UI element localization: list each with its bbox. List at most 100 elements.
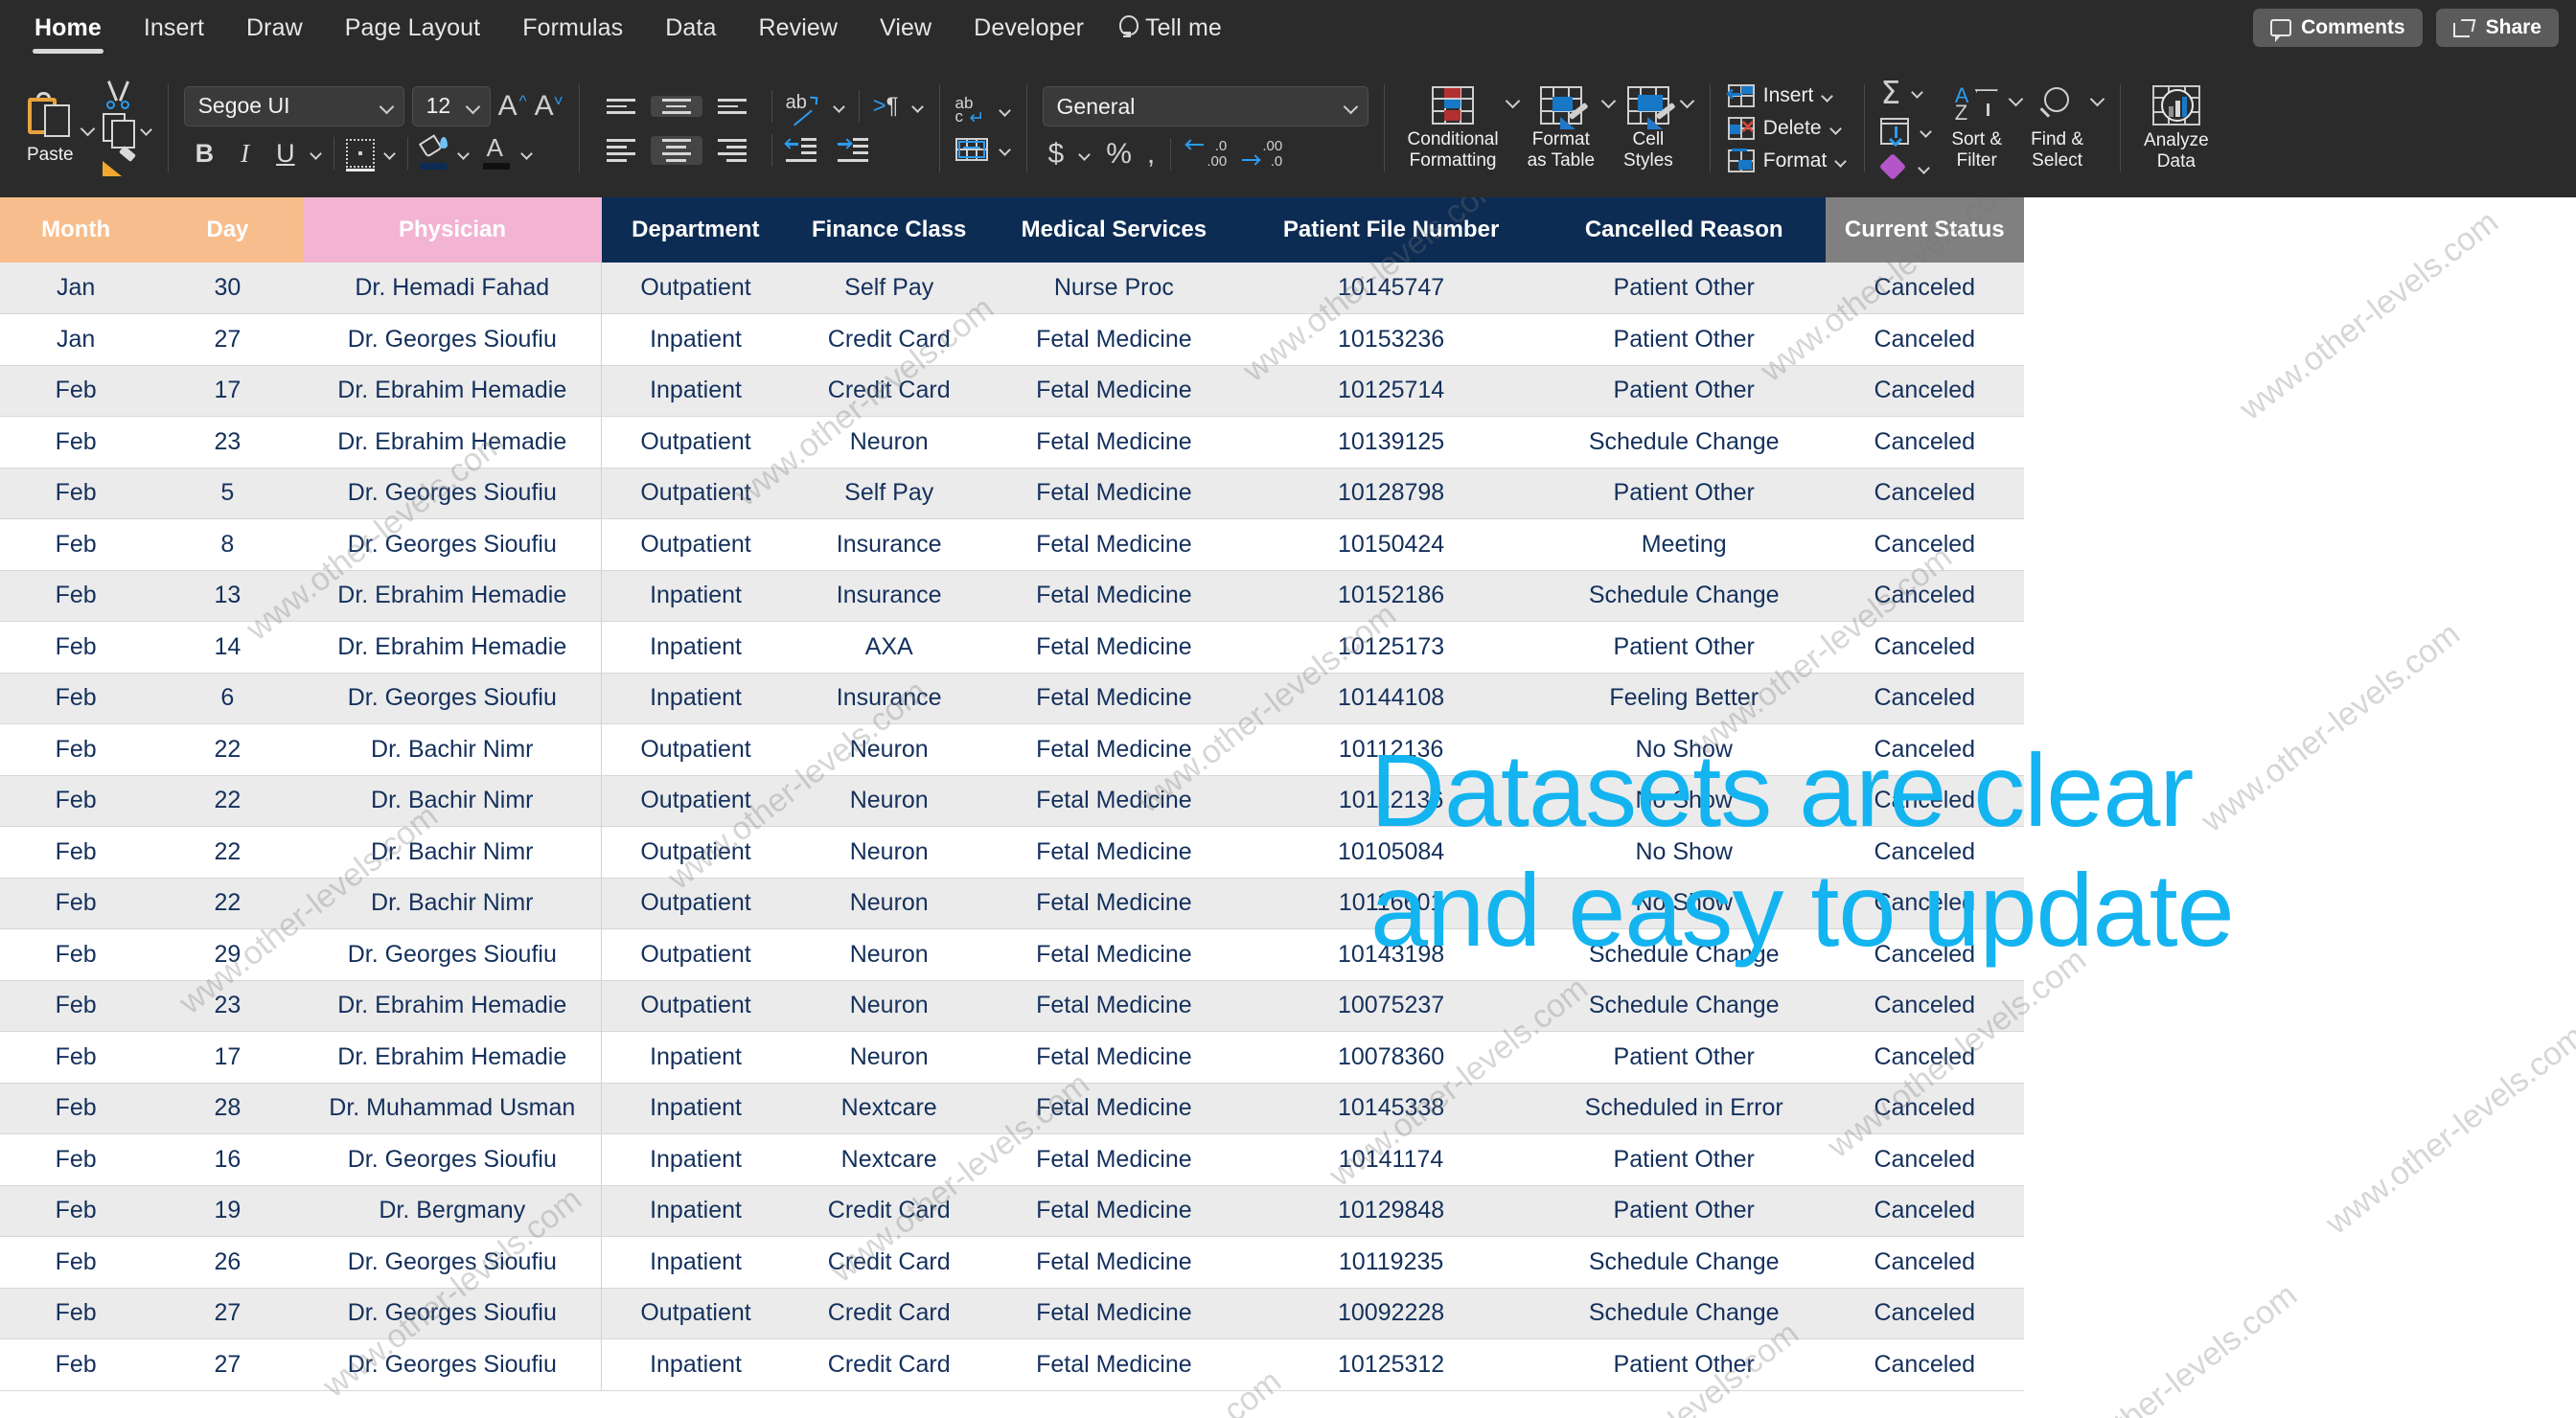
cell[interactable]: Dr. Bachir Nimr [304, 775, 602, 827]
column-header-month[interactable]: Month [0, 197, 151, 263]
clear-dropdown-icon[interactable] [1919, 162, 1930, 173]
cell-styles-button[interactable]: Cell Styles [1616, 82, 1681, 174]
cell[interactable]: Schedule Change [1543, 1288, 1826, 1339]
cell[interactable]: Patient Other [1543, 622, 1826, 674]
wrap-text-icon[interactable]: abc↵ [955, 96, 988, 125]
cell[interactable]: Fetal Medicine [988, 1083, 1239, 1134]
format-as-table-button[interactable]: Format as Table [1520, 82, 1602, 174]
cell[interactable]: 23 [151, 417, 303, 469]
cell[interactable]: Dr. Georges Sioufiu [304, 314, 602, 366]
cell[interactable]: Patient Other [1543, 263, 1826, 314]
cell[interactable]: Dr. Georges Sioufiu [304, 673, 602, 724]
cell[interactable]: Canceled [1826, 468, 2024, 519]
cell[interactable]: Inpatient [602, 365, 790, 417]
cell[interactable]: Canceled [1826, 1237, 2024, 1289]
cell[interactable]: Feb [0, 417, 151, 469]
cell[interactable]: Patient Other [1543, 468, 1826, 519]
orientation-dropdown-icon[interactable] [834, 101, 845, 112]
cell[interactable]: 30 [151, 263, 303, 314]
clear-icon[interactable] [1880, 154, 1907, 181]
cell[interactable]: 22 [151, 878, 303, 929]
font-color-icon[interactable]: A [483, 137, 512, 170]
cell[interactable]: 5 [151, 468, 303, 519]
cell[interactable]: Fetal Medicine [988, 417, 1239, 469]
cell[interactable]: Outpatient [602, 878, 790, 929]
cell[interactable]: Feb [0, 1083, 151, 1134]
cell[interactable]: 14 [151, 622, 303, 674]
cell[interactable]: Feb [0, 878, 151, 929]
tab-developer[interactable]: Developer [953, 9, 1105, 48]
cell[interactable]: Feb [0, 468, 151, 519]
cell[interactable]: Canceled [1826, 570, 2024, 622]
cell[interactable]: Fetal Medicine [988, 314, 1239, 366]
column-header-physician[interactable]: Physician [304, 197, 602, 263]
tab-insert[interactable]: Insert [123, 9, 225, 48]
cell[interactable]: Canceled [1826, 1134, 2024, 1186]
column-header-current-status[interactable]: Current Status [1826, 197, 2024, 263]
cell[interactable]: Inpatient [602, 1185, 790, 1237]
cell[interactable]: Fetal Medicine [988, 519, 1239, 571]
cell[interactable]: Feb [0, 1032, 151, 1084]
table-row[interactable]: Feb13Dr. Ebrahim HemadieInpatientInsuran… [0, 570, 2024, 622]
cell[interactable]: Inpatient [602, 1083, 790, 1134]
cell[interactable]: Nurse Proc [988, 263, 1239, 314]
cell[interactable]: Patient Other [1543, 365, 1826, 417]
cell[interactable]: Feb [0, 1134, 151, 1186]
cell[interactable]: 10119235 [1239, 1237, 1543, 1289]
cell[interactable]: 10125714 [1239, 365, 1543, 417]
cell[interactable]: Credit Card [790, 1288, 988, 1339]
table-row[interactable]: Feb28Dr. Muhammad UsmanInpatientNextcare… [0, 1083, 2024, 1134]
column-header-medical-services[interactable]: Medical Services [988, 197, 1239, 263]
cell[interactable]: Nextcare [790, 1134, 988, 1186]
copy-dropdown-icon[interactable] [141, 124, 152, 135]
cell[interactable]: Dr. Bergmany [304, 1185, 602, 1237]
cell[interactable]: Schedule Change [1543, 570, 1826, 622]
cell[interactable]: 10078360 [1239, 1032, 1543, 1084]
cell[interactable]: Feb [0, 724, 151, 776]
insert-dropdown-icon[interactable] [1822, 90, 1833, 102]
text-direction-dropdown-icon[interactable] [912, 101, 924, 112]
cell[interactable]: Inpatient [602, 1134, 790, 1186]
cell[interactable]: Dr. Ebrahim Hemadie [304, 570, 602, 622]
cell[interactable]: Insurance [790, 673, 988, 724]
cell[interactable]: 13 [151, 570, 303, 622]
cell[interactable]: Dr. Ebrahim Hemadie [304, 1032, 602, 1084]
cell[interactable]: 17 [151, 1032, 303, 1084]
cell[interactable]: Dr. Hemadi Fahad [304, 263, 602, 314]
column-header-department[interactable]: Department [602, 197, 790, 263]
cell[interactable]: Feb [0, 622, 151, 674]
table-row[interactable]: Feb17Dr. Ebrahim HemadieInpatientNeuronF… [0, 1032, 2024, 1084]
format-as-table-dropdown-icon[interactable] [1602, 94, 1616, 107]
cell[interactable]: Schedule Change [1543, 1237, 1826, 1289]
cell[interactable]: Fetal Medicine [988, 365, 1239, 417]
cell[interactable]: 22 [151, 724, 303, 776]
bold-button[interactable]: B [184, 136, 226, 172]
font-color-dropdown-icon[interactable] [521, 148, 533, 159]
analyze-data-button[interactable]: Analyze Data [2136, 81, 2217, 175]
decrease-font-size-icon[interactable]: A˅ [535, 90, 564, 123]
tell-me-label[interactable]: Tell me [1145, 9, 1243, 48]
tab-view[interactable]: View [859, 9, 953, 48]
cell[interactable]: Self Pay [790, 468, 988, 519]
cell[interactable]: Canceled [1826, 519, 2024, 571]
cell[interactable]: Fetal Medicine [988, 1185, 1239, 1237]
copy-icon[interactable] [103, 113, 135, 146]
cell[interactable]: Inpatient [602, 1032, 790, 1084]
cell[interactable]: Dr. Georges Sioufiu [304, 1237, 602, 1289]
conditional-formatting-dropdown-icon[interactable] [1506, 94, 1520, 107]
cell[interactable]: 10128798 [1239, 468, 1543, 519]
table-row[interactable]: Feb27Dr. Georges SioufiuInpatientCredit … [0, 1339, 2024, 1391]
cell[interactable]: Dr. Bachir Nimr [304, 878, 602, 929]
align-left-button[interactable] [595, 136, 647, 165]
cell[interactable]: Feb [0, 775, 151, 827]
align-middle-button[interactable] [651, 96, 702, 117]
cell[interactable]: Dr. Georges Sioufiu [304, 519, 602, 571]
cell[interactable]: Feb [0, 929, 151, 981]
delete-dropdown-icon[interactable] [1830, 123, 1842, 134]
cell[interactable]: 6 [151, 673, 303, 724]
comments-button[interactable]: Comments [2253, 9, 2423, 47]
cell[interactable]: Neuron [790, 827, 988, 879]
borders-dropdown-icon[interactable] [384, 148, 396, 159]
cell[interactable]: 17 [151, 365, 303, 417]
italic-button[interactable]: I [229, 136, 261, 172]
